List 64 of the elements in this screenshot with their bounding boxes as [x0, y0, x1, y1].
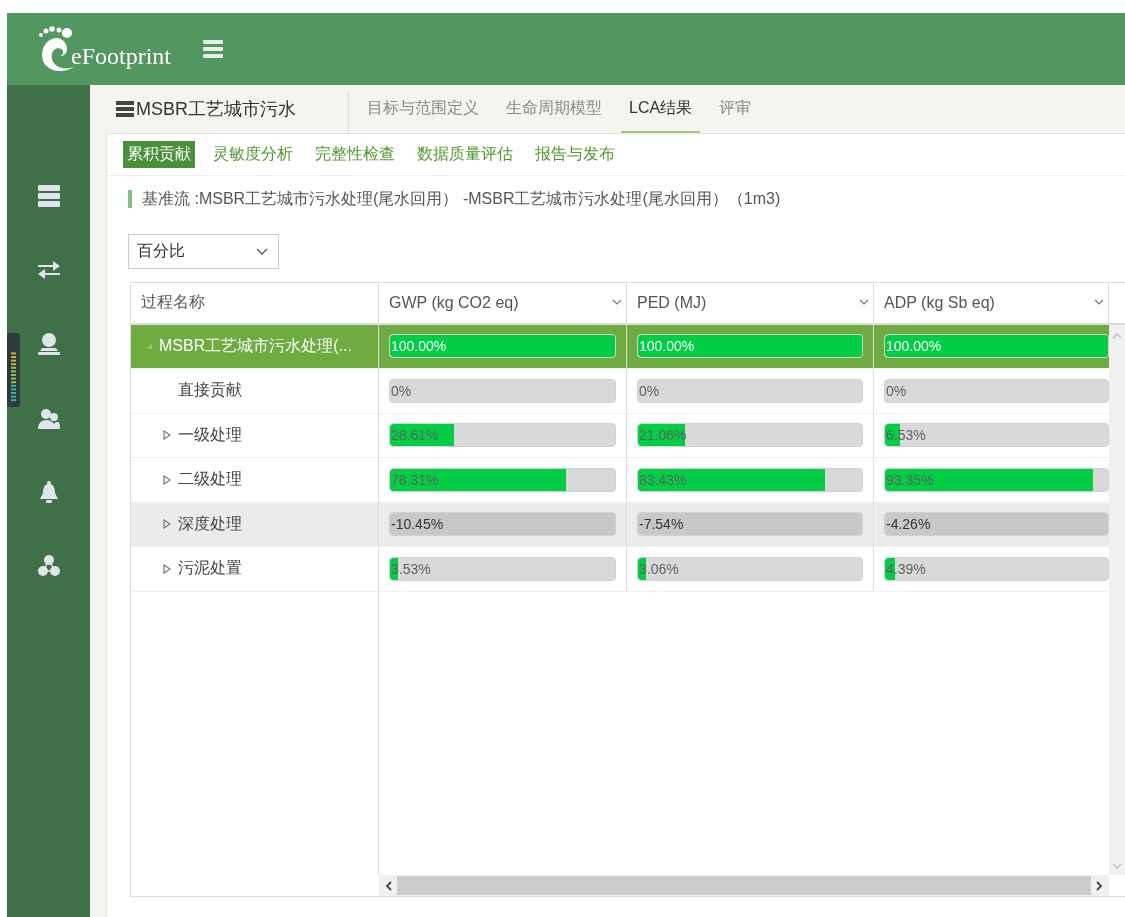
data-row[interactable]: 78.31% 83.43% 93.35%	[379, 458, 1109, 503]
percentage-value: 28.61%	[390, 427, 439, 444]
tree-row[interactable]: 深度处理	[131, 502, 378, 548]
logo-text: eFootprint	[71, 43, 171, 70]
chevron-down-icon	[1094, 299, 1104, 307]
process-name: 污泥处置	[178, 558, 242, 579]
percentage-value: 0%	[390, 383, 412, 399]
chevron-down-icon	[256, 247, 268, 256]
tree-row[interactable]: 污泥处置	[131, 547, 378, 592]
sub-tab[interactable]: 灵敏度分析	[209, 141, 297, 168]
server-icon	[116, 101, 134, 117]
percentage-value: 83.43%	[638, 472, 687, 488]
column-header: 过程名称	[131, 283, 379, 323]
process-name: 深度处理	[178, 514, 242, 534]
scroll-right-icon[interactable]	[1095, 880, 1103, 891]
percentage-value: 0%	[885, 383, 907, 399]
tab[interactable]: 生命周期模型	[498, 85, 610, 133]
level-meter-icon	[7, 333, 20, 407]
accent-bar	[128, 190, 132, 208]
column-header[interactable]: PED (MJ)	[627, 283, 874, 323]
percentage-value: 100.00%	[390, 338, 447, 355]
data-row[interactable]: 0% 0% 0%	[379, 369, 1109, 414]
process-name: MSBR工艺城市污水处理(...	[159, 336, 352, 356]
bell-icon[interactable]	[37, 481, 60, 503]
menu-icon[interactable]	[203, 40, 223, 58]
percentage-value: -4.26%	[885, 516, 931, 533]
sub-tab[interactable]: 累积贡献	[123, 141, 195, 168]
tree-row[interactable]: MSBR工艺城市污水处理(...	[131, 324, 378, 370]
sub-tab[interactable]: 数据质量评估	[413, 141, 517, 168]
project-title: MSBR工艺城市污水	[136, 98, 296, 121]
process-name: 一级处理	[178, 425, 242, 445]
percentage-value: 100.00%	[885, 338, 942, 355]
reference-flow-text: 基准流 :MSBR工艺城市污水处理(尾水回用） -MSBR工艺城市污水处理(尾水回用）（1m3)	[142, 188, 781, 209]
percentage-value: -10.45%	[390, 516, 444, 533]
percentage-value: 0%	[638, 383, 660, 399]
sub-tab[interactable]: 报告与发布	[531, 141, 619, 168]
process-name: 二级处理	[178, 469, 242, 490]
percentage-value: 93.35%	[885, 472, 934, 488]
percentage-value: -7.54%	[638, 516, 684, 533]
chevron-down-icon	[612, 299, 622, 307]
tab[interactable]: 目标与范围定义	[359, 85, 487, 133]
chevron-down-icon	[859, 299, 869, 307]
collapsed-arrow-icon[interactable]	[163, 475, 171, 485]
sub-tab[interactable]: 完整性检查	[311, 141, 399, 168]
user-icon[interactable]	[37, 333, 60, 355]
data-row[interactable]: -10.45% -7.54% -4.26%	[379, 502, 1109, 548]
tree-row[interactable]: 一级处理	[131, 413, 378, 459]
tree-row[interactable]: 直接贡献	[131, 369, 378, 414]
tab[interactable]: 评审	[711, 85, 760, 133]
percentage-value: 100.00%	[638, 338, 695, 355]
collapsed-arrow-icon[interactable]	[163, 519, 171, 530]
column-header[interactable]: GWP (kg CO2 eq)	[379, 283, 627, 323]
tree-row[interactable]: 二级处理	[131, 458, 378, 503]
collapsed-arrow-icon[interactable]	[163, 564, 171, 574]
network-icon[interactable]	[37, 555, 60, 577]
collapsed-arrow-icon[interactable]	[163, 430, 171, 441]
column-header[interactable]: ADP (kg Sb eq)	[874, 283, 1109, 323]
server-icon[interactable]	[37, 185, 60, 207]
percentage-value: 78.31%	[390, 472, 439, 488]
display-mode-dropdown[interactable]: 百分比	[128, 234, 279, 269]
process-name: 直接贡献	[178, 380, 242, 401]
users-icon[interactable]	[37, 407, 60, 429]
swap-arrows-icon[interactable]	[37, 259, 60, 281]
scroll-left-icon[interactable]	[385, 880, 393, 891]
